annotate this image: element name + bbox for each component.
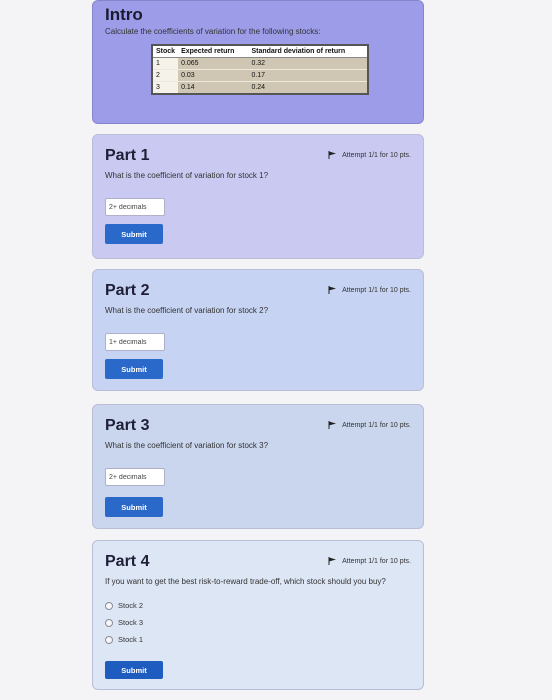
column-header: Stock [152,45,179,58]
flag-icon [328,557,337,565]
flag-icon [328,421,337,429]
radio-option[interactable]: Stock 3 [105,614,143,631]
attempt-indicator: Attempt 1/1 for 10 pts. [328,557,411,565]
attempt-text: Attempt 1/1 for 10 pts. [342,286,411,294]
submit-button[interactable]: Submit [105,661,163,679]
table-row: 2 0.03 0.17 [152,69,368,82]
intro-title: Intro [105,5,143,24]
table-header-row: Stock Expected return Standard deviation… [152,45,368,58]
part-title: Part 3 [105,417,150,434]
attempt-indicator: Attempt 1/1 for 10 pts. [328,421,411,429]
table-cell: 0.17 [248,69,368,82]
part-title: Part 1 [105,147,150,164]
question-text: What is the coefficient of variation for… [105,171,269,180]
table-cell: 2 [152,69,179,82]
question-text: If you want to get the best risk-to-rewa… [105,577,386,586]
submit-button[interactable]: Submit [105,359,163,379]
part-title: Part 2 [105,282,150,299]
radio-button[interactable] [105,601,113,610]
answer-input[interactable] [105,198,165,216]
stock-table: Stock Expected return Standard deviation… [151,44,369,95]
attempt-text: Attempt 1/1 for 10 pts. [342,557,411,565]
attempt-text: Attempt 1/1 for 10 pts. [342,421,411,429]
table-cell: 0.03 [178,69,249,82]
attempt-indicator: Attempt 1/1 for 10 pts. [328,151,411,159]
radio-label: Stock 2 [118,601,144,610]
table-cell: 1 [152,57,179,70]
part-4-card: Part 4 Attempt 1/1 for 10 pts. If you wa… [92,540,424,690]
table-cell: 3 [152,81,179,94]
stock-options: Stock 2 Stock 3 Stock 1 [105,597,143,648]
part-2-card: Part 2 Attempt 1/1 for 10 pts. What is t… [92,269,424,391]
attempt-text: Attempt 1/1 for 10 pts. [342,151,411,159]
table-row: 1 0.065 0.32 [152,57,368,70]
attempt-indicator: Attempt 1/1 for 10 pts. [328,286,411,294]
radio-option[interactable]: Stock 1 [105,631,143,648]
part-3-card: Part 3 Attempt 1/1 for 10 pts. What is t… [92,404,424,529]
question-text: What is the coefficient of variation for… [105,441,269,450]
column-header: Expected return [178,45,249,58]
answer-input[interactable] [105,468,165,486]
radio-label: Stock 3 [118,618,144,627]
table-cell: 0.24 [248,81,368,94]
table-row: 3 0.14 0.24 [152,81,368,94]
table-cell: 0.32 [248,57,368,70]
radio-button[interactable] [105,618,113,627]
radio-label: Stock 1 [118,635,144,644]
intro-card: Intro Calculate the coefficients of vari… [92,0,424,124]
submit-button[interactable]: Submit [105,224,163,244]
radio-button[interactable] [105,635,113,644]
part-title: Part 4 [105,553,150,570]
intro-prompt: Calculate the coefficients of variation … [105,27,321,36]
flag-icon [328,286,337,294]
table-cell: 0.065 [178,57,249,70]
submit-button[interactable]: Submit [105,497,163,517]
radio-option[interactable]: Stock 2 [105,597,143,614]
answer-input[interactable] [105,333,165,351]
flag-icon [328,151,337,159]
column-header: Standard deviation of return [248,45,368,58]
table-cell: 0.14 [178,81,249,94]
part-1-card: Part 1 Attempt 1/1 for 10 pts. What is t… [92,134,424,259]
question-text: What is the coefficient of variation for… [105,306,269,315]
